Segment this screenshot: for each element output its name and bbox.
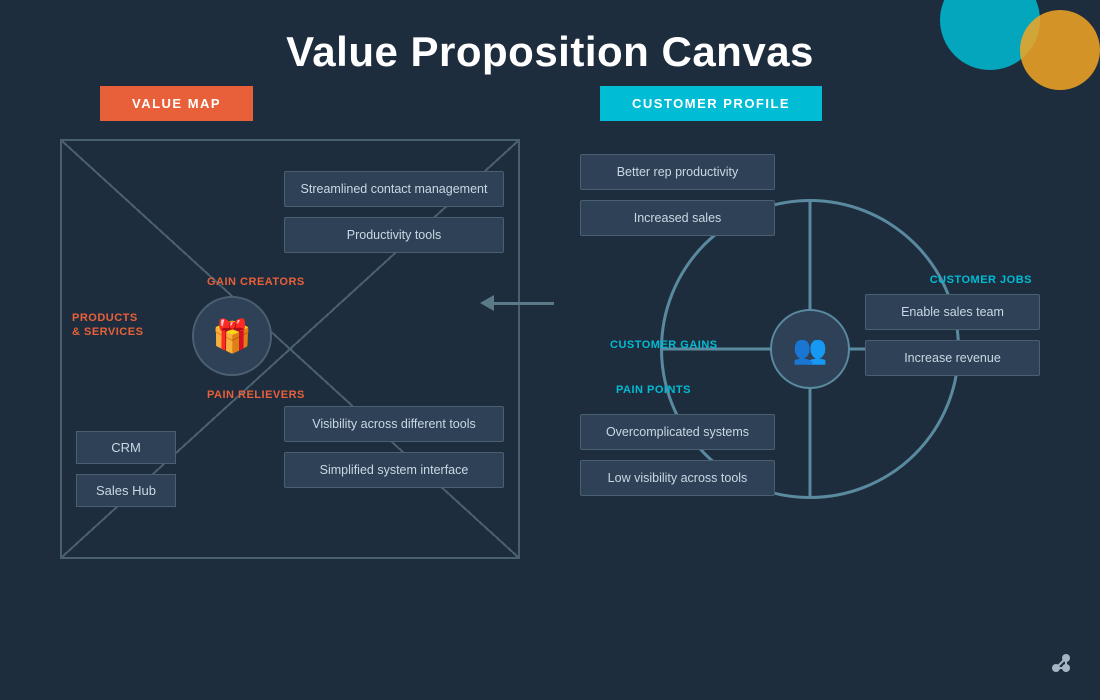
left-arrow-head (480, 295, 494, 311)
customer-profile-section: CUSTOMER PROFILE 👥 CUSTOMER GAINS PAIN P… (580, 86, 1060, 559)
crm-box: CRM (76, 431, 176, 464)
customer-gains-label: CUSTOMER GAINS (610, 339, 718, 351)
customer-profile-badge: CUSTOMER PROFILE (600, 86, 822, 121)
gains-boxes: Better rep productivity Increased sales (580, 154, 775, 236)
gain-item-0: Streamlined contact management (284, 171, 504, 207)
orange-decorative-circle (1020, 10, 1100, 90)
gift-icon: 🎁 (212, 317, 252, 355)
product-boxes: CRM Sales Hub (76, 431, 176, 507)
pain-item-1: Simplified system interface (284, 452, 504, 488)
job-0: Enable sales team (865, 294, 1040, 330)
people-icon: 👥 (793, 333, 828, 366)
customer-jobs-label: CUSTOMER JOBS (930, 274, 1032, 286)
sales-hub-box: Sales Hub (76, 474, 176, 507)
gain-0: Better rep productivity (580, 154, 775, 190)
gift-icon-circle: 🎁 (192, 296, 272, 376)
arrow-connector (480, 295, 554, 311)
pains-boxes: Overcomplicated systems Low visibility a… (580, 414, 775, 496)
value-map-box: PRODUCTS & SERVICES CRM Sales Hub 🎁 GAIN… (60, 139, 520, 559)
pain-item-0: Visibility across different tools (284, 406, 504, 442)
pain-points-label: PAIN POINTS (616, 384, 691, 396)
pain-items: Visibility across different tools Simpli… (284, 406, 504, 488)
gain-item-1: Productivity tools (284, 217, 504, 253)
pain-relievers-label: PAIN RELIEVERS (207, 389, 305, 401)
gain-creators-label: GAIN CREATORS (207, 276, 305, 288)
main-content: VALUE MAP PRODUCTS & SERVICES CRM Sales … (0, 86, 1100, 559)
people-icon-circle: 👥 (770, 309, 850, 389)
value-map-badge: VALUE MAP (100, 86, 253, 121)
page-title: Value Proposition Canvas (0, 0, 1100, 76)
gain-1: Increased sales (580, 200, 775, 236)
customer-circle-container: 👥 CUSTOMER GAINS PAIN POINTS CUSTOMER JO… (580, 139, 1040, 559)
gain-items: Streamlined contact management Productiv… (284, 171, 504, 253)
pain-0: Overcomplicated systems (580, 414, 775, 450)
pain-1: Low visibility across tools (580, 460, 775, 496)
hubspot-icon (1046, 648, 1076, 678)
jobs-boxes: Enable sales team Increase revenue (865, 294, 1040, 376)
job-1: Increase revenue (865, 340, 1040, 376)
hubspot-logo (1046, 648, 1076, 684)
arrow-line (494, 302, 554, 305)
value-map-section: VALUE MAP PRODUCTS & SERVICES CRM Sales … (40, 86, 540, 559)
products-services-label: PRODUCTS & SERVICES (72, 311, 147, 340)
